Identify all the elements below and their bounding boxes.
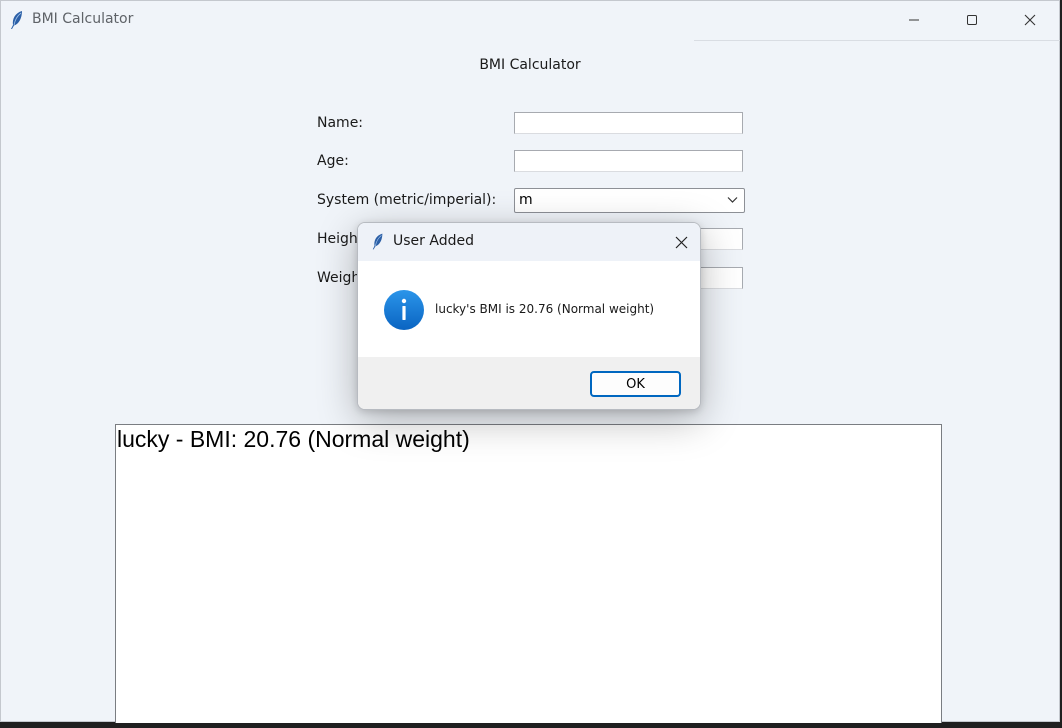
age-label: Age: <box>317 153 349 169</box>
system-select[interactable]: m <box>514 188 745 213</box>
app-window: BMI Calculator BMI Calculator Name: Age:… <box>0 0 1060 723</box>
list-item[interactable]: lucky - BMI: 20.76 (Normal weight) <box>117 426 470 453</box>
feather-icon <box>11 11 22 29</box>
chevron-down-icon <box>727 197 738 203</box>
maximize-button[interactable] <box>943 1 1001 39</box>
dialog-title: User Added <box>393 233 474 249</box>
close-button[interactable] <box>1001 1 1059 39</box>
minimize-icon <box>909 19 919 21</box>
results-list[interactable]: lucky - BMI: 20.76 (Normal weight) <box>115 424 942 723</box>
name-label: Name: <box>317 115 364 131</box>
dialog-message: lucky's BMI is 20.76 (Normal weight) <box>435 302 655 316</box>
close-icon <box>675 236 687 248</box>
window-title: BMI Calculator <box>32 11 134 27</box>
system-label: System (metric/imperial): <box>317 192 497 208</box>
page-title: BMI Calculator <box>479 57 581 73</box>
user-added-dialog: User Added lucky's BMI is 20.76 (Normal … <box>357 222 701 410</box>
height-label: Heigh <box>317 231 358 247</box>
ok-button[interactable]: OK <box>590 371 681 397</box>
name-field[interactable] <box>514 112 743 134</box>
divider <box>694 40 1060 41</box>
info-icon <box>384 290 424 330</box>
age-field[interactable] <box>514 150 743 172</box>
dialog-footer: OK <box>358 357 700 409</box>
weight-label: Weigh <box>317 270 361 286</box>
close-icon <box>1024 14 1036 26</box>
dialog-close-button[interactable] <box>664 229 698 255</box>
feather-icon <box>372 233 383 250</box>
minimize-button[interactable] <box>885 1 943 39</box>
system-select-value: m <box>519 192 533 208</box>
dialog-title-bar[interactable]: User Added <box>358 223 700 261</box>
maximize-icon <box>967 15 977 25</box>
title-bar[interactable]: BMI Calculator <box>1 1 1059 41</box>
